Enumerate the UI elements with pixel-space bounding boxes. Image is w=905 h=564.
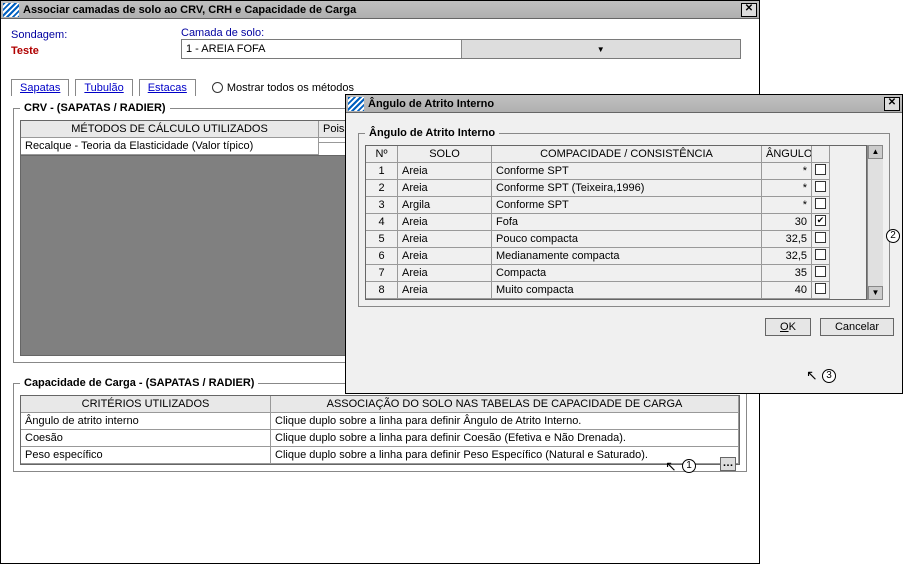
close-icon[interactable]: ✕ bbox=[884, 97, 900, 111]
checkbox[interactable] bbox=[815, 215, 826, 226]
close-icon[interactable]: ✕ bbox=[741, 3, 757, 17]
callout-1: 1 bbox=[682, 459, 696, 473]
table-row[interactable]: 5AreiaPouco compacta32,5 bbox=[366, 231, 866, 248]
ok-button[interactable]: OK bbox=[765, 318, 811, 336]
sondagem-value: Teste bbox=[11, 45, 151, 57]
tab-tubulao[interactable]: Tubulão bbox=[75, 79, 132, 96]
capacity-row-angulo[interactable]: Ângulo de atrito interno Clique duplo so… bbox=[21, 413, 739, 430]
checkbox[interactable] bbox=[815, 266, 826, 277]
scroll-up-icon[interactable]: ▲ bbox=[868, 145, 883, 159]
table-row[interactable]: 4AreiaFofa30 bbox=[366, 214, 866, 231]
sondagem-label: Sondagem: bbox=[11, 29, 151, 41]
main-titlebar[interactable]: Associar camadas de solo ao CRV, CRH e C… bbox=[1, 1, 759, 19]
ellipsis-button[interactable]: … bbox=[720, 457, 736, 471]
capacity-legend: Capacidade de Carga - (SAPATAS / RADIER) bbox=[20, 377, 258, 389]
table-row[interactable]: 3ArgilaConforme SPT* bbox=[366, 197, 866, 214]
dialog-title: Ângulo de Atrito Interno bbox=[368, 98, 884, 110]
callout-2: 2 bbox=[886, 229, 900, 243]
cancel-button[interactable]: Cancelar bbox=[820, 318, 894, 336]
checkbox[interactable] bbox=[815, 283, 826, 294]
callout-3: 3 bbox=[822, 369, 836, 383]
scroll-track[interactable] bbox=[868, 159, 883, 286]
table-row[interactable]: 8AreiaMuito compacta40 bbox=[366, 282, 866, 299]
capacity-col1-header: CRITÉRIOS UTILIZADOS bbox=[21, 396, 271, 413]
angulo-fieldset: Ângulo de Atrito Interno Nº SOLO COMPACI… bbox=[358, 127, 890, 307]
crv-row1-c1[interactable]: Recalque - Teoria da Elasticidade (Valor… bbox=[21, 138, 319, 155]
hdr-comp: COMPACIDADE / CONSISTÊNCIA bbox=[492, 146, 762, 163]
chevron-down-icon[interactable]: ▼ bbox=[461, 40, 741, 58]
crv-empty-area bbox=[20, 156, 365, 356]
scroll-down-icon[interactable]: ▼ bbox=[868, 286, 883, 300]
camada-combo[interactable]: 1 - AREIA FOFA ▼ bbox=[181, 39, 741, 59]
app-icon bbox=[3, 3, 19, 17]
capacity-col2-header: ASSOCIAÇÃO DO SOLO NAS TABELAS DE CAPACI… bbox=[271, 396, 739, 413]
crv-legend: CRV - (SAPATAS / RADIER) bbox=[20, 102, 170, 114]
capacity-row-coesao[interactable]: Coesão Clique duplo sobre a linha para d… bbox=[21, 430, 739, 447]
tab-estacas[interactable]: Estacas bbox=[139, 79, 196, 96]
checkbox[interactable] bbox=[815, 249, 826, 260]
camada-label: Camada de solo: bbox=[181, 27, 741, 39]
hdr-solo: SOLO bbox=[398, 146, 492, 163]
table-row[interactable]: 7AreiaCompacta35 bbox=[366, 265, 866, 282]
checkbox[interactable] bbox=[815, 181, 826, 192]
hdr-ang: ÂNGULO bbox=[762, 146, 812, 163]
camada-value: 1 - AREIA FOFA bbox=[182, 43, 461, 55]
radio-icon bbox=[212, 82, 223, 93]
scrollbar[interactable]: ▲ ▼ bbox=[867, 145, 883, 300]
show-all-methods-radio[interactable]: Mostrar todos os métodos bbox=[212, 82, 354, 94]
capacity-row-peso[interactable]: Peso específico Clique duplo sobre a lin… bbox=[21, 447, 739, 464]
angulo-legend: Ângulo de Atrito Interno bbox=[365, 127, 499, 139]
table-row[interactable]: 2AreiaConforme SPT (Teixeira,1996)* bbox=[366, 180, 866, 197]
table-row[interactable]: 6AreiaMedianamente compacta32,5 bbox=[366, 248, 866, 265]
angulo-dialog: Ângulo de Atrito Interno ✕ Ângulo de Atr… bbox=[345, 94, 903, 394]
checkbox[interactable] bbox=[815, 164, 826, 175]
tab-sapatas[interactable]: Sapatas bbox=[11, 79, 69, 96]
app-icon bbox=[348, 97, 364, 111]
checkbox[interactable] bbox=[815, 232, 826, 243]
radio-label: Mostrar todos os métodos bbox=[227, 82, 354, 94]
crv-col1-header: MÉTODOS DE CÁLCULO UTILIZADOS bbox=[21, 121, 319, 138]
checkbox[interactable] bbox=[815, 198, 826, 209]
hdr-n: Nº bbox=[366, 146, 398, 163]
dialog-titlebar[interactable]: Ângulo de Atrito Interno ✕ bbox=[346, 95, 902, 113]
main-title: Associar camadas de solo ao CRV, CRH e C… bbox=[23, 4, 741, 16]
table-row[interactable]: 1AreiaConforme SPT* bbox=[366, 163, 866, 180]
hdr-chk bbox=[812, 146, 830, 163]
angulo-table: Nº SOLO COMPACIDADE / CONSISTÊNCIA ÂNGUL… bbox=[365, 145, 867, 300]
